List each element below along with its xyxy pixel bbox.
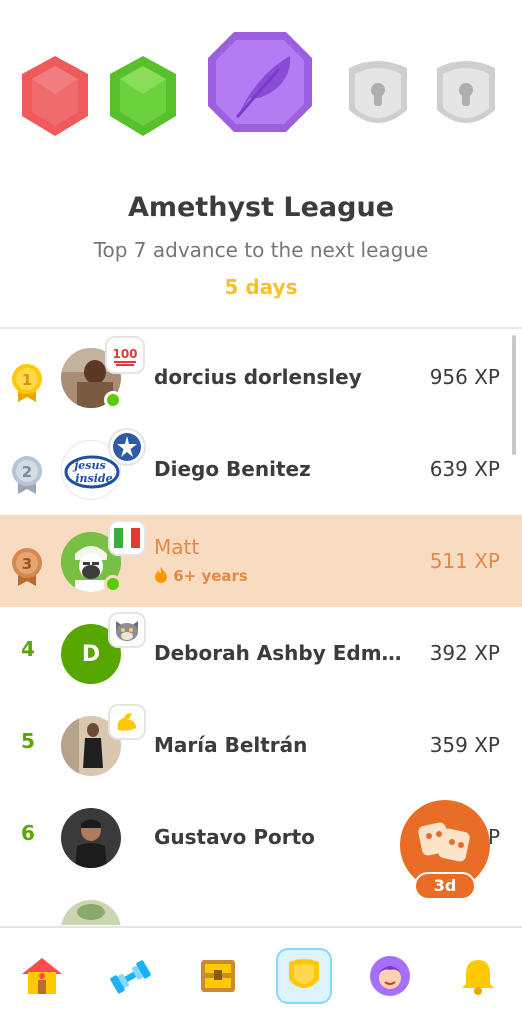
profile-icon — [370, 956, 410, 996]
rank-number: 4 — [21, 637, 35, 661]
user-xp: 511 XP — [429, 549, 500, 573]
user-xp: 392 XP — [429, 641, 500, 665]
rank-number: 3 — [22, 555, 32, 573]
emerald-league-badge — [108, 54, 178, 138]
avatar[interactable] — [61, 900, 121, 925]
hundred-emoji-icon: 100 — [105, 336, 145, 374]
chest-time-label: 3d — [414, 872, 476, 900]
flexed-arm-icon — [108, 704, 146, 740]
nav-practice[interactable] — [102, 948, 158, 1004]
svg-text:inside: inside — [75, 472, 112, 485]
user-xp: 639 XP — [429, 457, 500, 481]
user-xp: 956 XP — [429, 365, 500, 389]
league-title: Amethyst League — [127, 192, 395, 223]
bell-icon — [462, 960, 494, 995]
nav-chest[interactable] — [190, 948, 246, 1004]
rank-number: 5 — [21, 729, 35, 753]
treasure-icon — [201, 960, 235, 992]
rank-number: 1 — [22, 371, 32, 389]
league-badges — [0, 30, 522, 160]
ruby-league-badge — [20, 54, 90, 138]
scrollbar[interactable] — [512, 335, 516, 455]
league-time-left: 5 days — [224, 275, 298, 299]
leaderboard-row[interactable]: 1 100 dorcius dorlensley 956 XP — [0, 331, 522, 423]
leaderboard-row[interactable]: 5 María Beltrán 359 XP — [0, 699, 522, 791]
cat-face-icon — [108, 612, 146, 648]
nav-leaderboard[interactable] — [276, 948, 332, 1004]
bottom-nav — [0, 926, 522, 1024]
nav-home[interactable] — [14, 948, 70, 1004]
streak-label: 6+ years — [154, 567, 248, 585]
user-xp: 359 XP — [429, 733, 500, 757]
user-name: Matt — [154, 535, 200, 559]
rank-number: 6 — [21, 821, 35, 845]
silver-medal-icon: 2 — [12, 456, 42, 494]
shield-icon — [289, 959, 319, 988]
league-chest-button[interactable]: 3d — [400, 800, 492, 900]
online-indicator — [104, 391, 122, 409]
streak-text: 6+ years — [173, 567, 248, 585]
svg-text:jesus: jesus — [72, 459, 105, 472]
online-indicator — [104, 575, 122, 593]
user-name: Gustavo Porto — [154, 825, 315, 849]
dumbbell-icon — [110, 960, 151, 994]
bronze-medal-icon: 3 — [12, 548, 42, 586]
flame-icon — [155, 567, 167, 583]
league-subtitle: Top 7 advance to the next league — [93, 238, 429, 262]
avatar[interactable] — [61, 808, 121, 868]
user-name: Diego Benitez — [154, 457, 311, 481]
user-name: María Beltrán — [154, 733, 308, 757]
leaderboard-row-current-user[interactable]: 3 Matt 6+ years 511 XP — [0, 515, 522, 607]
home-icon — [22, 958, 62, 994]
rank-number: 2 — [22, 463, 32, 481]
avatar-letter: D — [81, 641, 101, 667]
nav-profile[interactable] — [362, 948, 418, 1004]
user-name: dorcius dorlensley — [154, 365, 362, 389]
flair-label: 100 — [112, 347, 137, 361]
locked-league-badge — [343, 54, 413, 136]
leaderboard-row[interactable]: 2 jesus inside Diego Benitez 639 XP — [0, 423, 522, 515]
leaderboard-row[interactable]: 4 D Deborah Ashby Edm... 392 XP — [0, 607, 522, 699]
amethyst-league-badge — [206, 30, 314, 134]
star-badge-icon — [108, 428, 146, 466]
gold-medal-icon: 1 — [12, 364, 42, 402]
nav-notifications[interactable] — [450, 948, 506, 1004]
italy-flag-icon — [108, 520, 146, 556]
user-name: Deborah Ashby Edm... — [154, 641, 404, 665]
locked-league-badge — [431, 54, 501, 136]
